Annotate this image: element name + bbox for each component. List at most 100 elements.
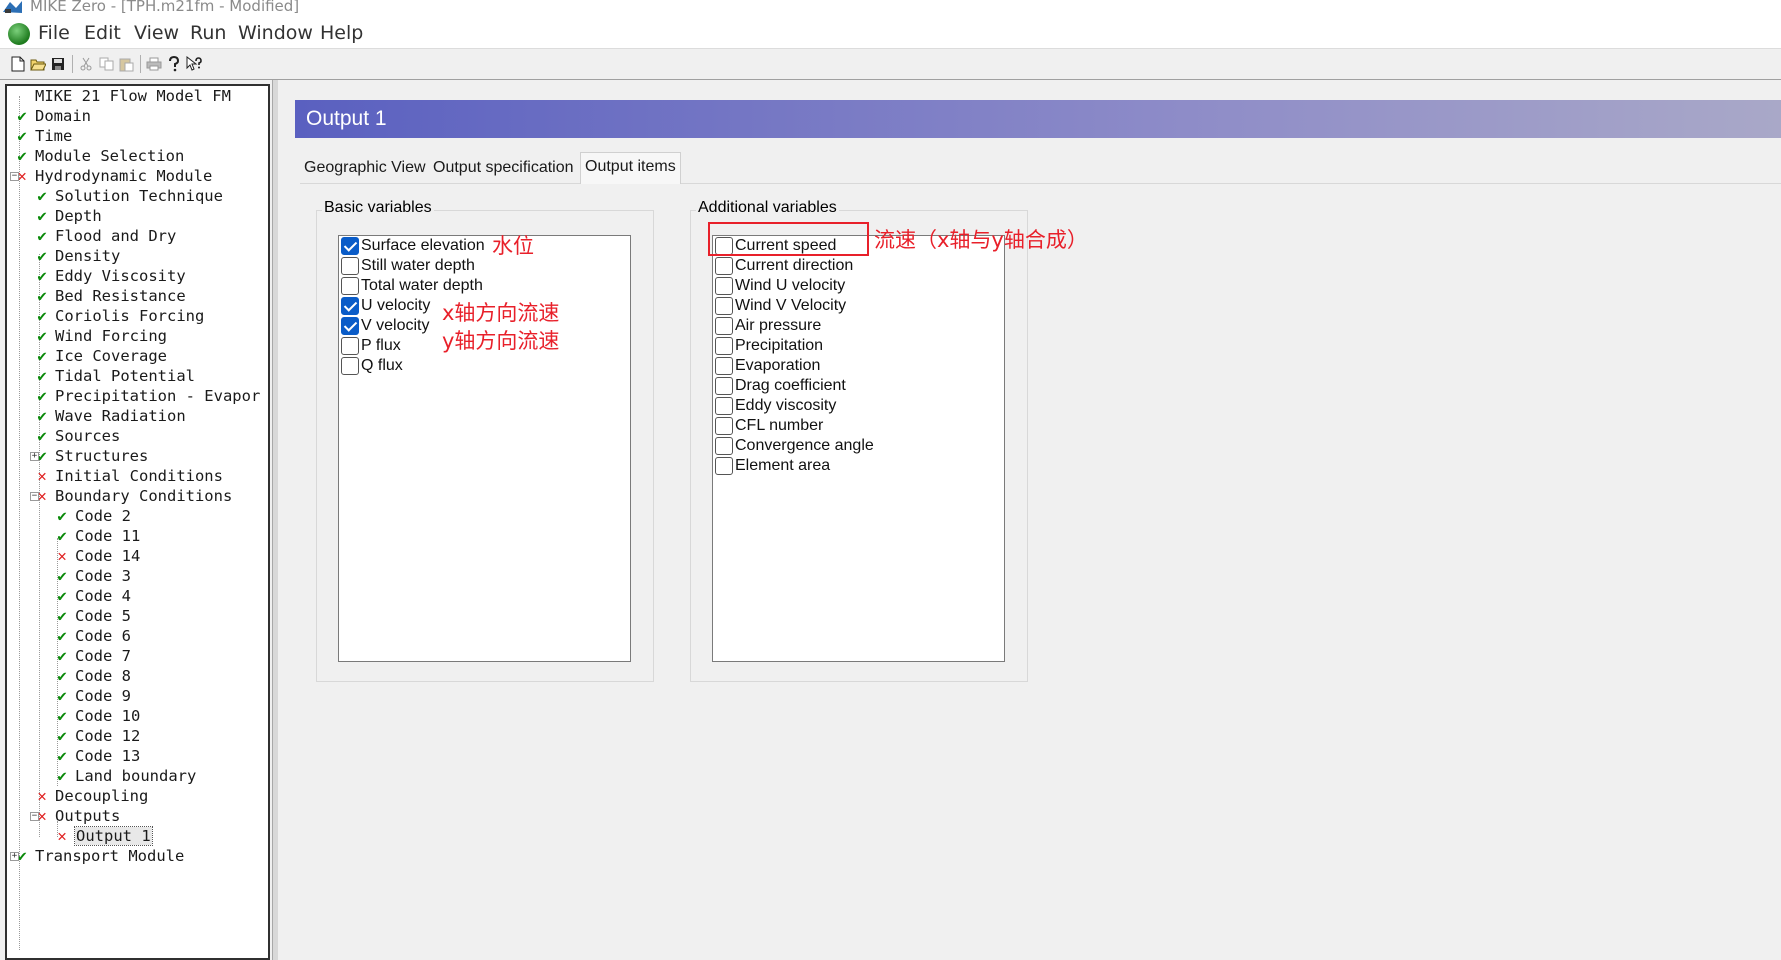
annotation-current-speed: 流速（x轴与y轴合成） bbox=[874, 228, 1088, 252]
tree-item-code-14[interactable]: ✕ Code 14 bbox=[55, 546, 140, 566]
tab-output-items[interactable]: Output items bbox=[580, 152, 681, 184]
tree-item-eddy-viscosity[interactable]: ✔ Eddy Viscosity bbox=[35, 266, 185, 286]
checkbox-box[interactable] bbox=[341, 337, 359, 355]
tree-item-transport-module[interactable]: ✔ Transport Module bbox=[15, 846, 184, 866]
expand-icon[interactable]: + bbox=[30, 452, 39, 461]
check-icon: ✔ bbox=[37, 227, 47, 245]
mike-logo-icon[interactable] bbox=[8, 23, 30, 45]
tree-item-output-1[interactable]: ✕ Output 1 bbox=[55, 826, 153, 846]
collapse-icon[interactable]: − bbox=[30, 492, 39, 501]
check-icon: ✔ bbox=[57, 727, 67, 745]
save-icon[interactable] bbox=[48, 54, 68, 74]
tree-item-code-12[interactable]: ✔ Code 12 bbox=[55, 726, 140, 746]
tree-item-ice-coverage[interactable]: ✔ Ice Coverage bbox=[35, 346, 167, 366]
tree-item-code-6[interactable]: ✔ Code 6 bbox=[55, 626, 131, 646]
checkbox-box[interactable] bbox=[715, 277, 733, 295]
checkbox-box[interactable] bbox=[341, 317, 359, 335]
cut-icon[interactable] bbox=[76, 54, 96, 74]
tree-item-root[interactable]: MIKE 21 Flow Model FM bbox=[15, 86, 231, 106]
tree-item-time[interactable]: ✔ Time bbox=[15, 126, 72, 146]
tree-item-structures[interactable]: ✔ Structures bbox=[35, 446, 148, 466]
check-icon: ✔ bbox=[57, 747, 67, 765]
checkbox-box[interactable] bbox=[715, 317, 733, 335]
copy-icon[interactable] bbox=[96, 54, 116, 74]
check-icon: ✔ bbox=[57, 567, 67, 585]
checkbox-box[interactable] bbox=[715, 457, 733, 475]
toolbar bbox=[0, 48, 1781, 80]
tree-item-precipitation-evaporation[interactable]: ✔ Precipitation - Evapor bbox=[35, 386, 260, 406]
tree-item-initial-conditions[interactable]: ✕ Initial Conditions bbox=[35, 466, 223, 486]
checkbox-box[interactable] bbox=[341, 357, 359, 375]
new-file-icon[interactable] bbox=[8, 54, 28, 74]
tree-item-code-3[interactable]: ✔ Code 3 bbox=[55, 566, 131, 586]
tree-item-solution-technique[interactable]: ✔ Solution Technique bbox=[35, 186, 223, 206]
tree-item-bed-resistance[interactable]: ✔ Bed Resistance bbox=[35, 286, 185, 306]
context-help-icon[interactable] bbox=[184, 54, 204, 74]
tree-item-sources[interactable]: ✔ Sources bbox=[35, 426, 120, 446]
tree-item-code-11[interactable]: ✔ Code 11 bbox=[55, 526, 140, 546]
tree-item-land-boundary[interactable]: ✔ Land boundary bbox=[55, 766, 196, 786]
checkbox-box[interactable] bbox=[715, 337, 733, 355]
tree-item-coriolis-forcing[interactable]: ✔ Coriolis Forcing bbox=[35, 306, 204, 326]
tree-item-domain[interactable]: ✔ Domain bbox=[15, 106, 91, 126]
checkbox-box[interactable] bbox=[715, 437, 733, 455]
collapse-icon[interactable]: − bbox=[30, 812, 39, 821]
tree-item-tidal-potential[interactable]: ✔ Tidal Potential bbox=[35, 366, 195, 386]
checkbox-box[interactable] bbox=[341, 257, 359, 275]
check-icon: ✔ bbox=[37, 327, 47, 345]
tree-item-code-8[interactable]: ✔ Code 8 bbox=[55, 666, 131, 686]
tree-item-code-7[interactable]: ✔ Code 7 bbox=[55, 646, 131, 666]
tree-item-depth[interactable]: ✔ Depth bbox=[35, 206, 101, 226]
error-x-icon: ✕ bbox=[57, 827, 67, 845]
checkbox-box[interactable] bbox=[715, 257, 733, 275]
toolbar-separator bbox=[140, 55, 141, 73]
tab-output-specification[interactable]: Output specification bbox=[429, 155, 578, 183]
tree-item-flood-and-dry[interactable]: ✔ Flood and Dry bbox=[35, 226, 176, 246]
tree-item-code-13[interactable]: ✔ Code 13 bbox=[55, 746, 140, 766]
checkbox-box[interactable] bbox=[341, 237, 359, 255]
open-folder-icon[interactable] bbox=[28, 54, 48, 74]
tree-item-code-10[interactable]: ✔ Code 10 bbox=[55, 706, 140, 726]
tree-item-outputs[interactable]: ✕ Outputs bbox=[35, 806, 120, 826]
tree-item-wind-forcing[interactable]: ✔ Wind Forcing bbox=[35, 326, 167, 346]
check-icon: ✔ bbox=[37, 307, 47, 325]
menu-file[interactable]: File bbox=[38, 22, 70, 44]
tree-item-code-5[interactable]: ✔ Code 5 bbox=[55, 606, 131, 626]
menu-bar: File Edit View Run Window Help bbox=[0, 18, 1781, 48]
tree-item-code-9[interactable]: ✔ Code 9 bbox=[55, 686, 131, 706]
checkbox-box[interactable] bbox=[715, 417, 733, 435]
help-icon[interactable] bbox=[164, 54, 184, 74]
tab-geographic-view[interactable]: Geographic View bbox=[300, 155, 430, 183]
checkbox-box[interactable] bbox=[715, 377, 733, 395]
collapse-icon[interactable]: − bbox=[10, 172, 19, 181]
checkbox-box[interactable] bbox=[341, 297, 359, 315]
basic-variables-title: Basic variables bbox=[322, 199, 434, 217]
tree-item-boundary-conditions[interactable]: ✕ Boundary Conditions bbox=[35, 486, 232, 506]
checkbox-box[interactable] bbox=[715, 297, 733, 315]
tree-item-module-selection[interactable]: ✔ Module Selection bbox=[15, 146, 184, 166]
check-icon: ✔ bbox=[57, 527, 67, 545]
check-icon: ✔ bbox=[57, 627, 67, 645]
print-icon[interactable] bbox=[144, 54, 164, 74]
paste-icon[interactable] bbox=[116, 54, 136, 74]
menu-run[interactable]: Run bbox=[190, 22, 226, 44]
checkbox-box[interactable] bbox=[341, 277, 359, 295]
check-icon: ✔ bbox=[57, 707, 67, 725]
tree-item-density[interactable]: ✔ Density bbox=[35, 246, 120, 266]
expand-icon[interactable]: + bbox=[10, 852, 19, 861]
tree-item-decoupling[interactable]: ✕ Decoupling bbox=[35, 786, 148, 806]
check-icon: ✔ bbox=[37, 287, 47, 305]
menu-edit[interactable]: Edit bbox=[84, 22, 121, 44]
menu-window[interactable]: Window bbox=[238, 22, 313, 44]
tree-item-code-4[interactable]: ✔ Code 4 bbox=[55, 586, 131, 606]
check-icon: ✔ bbox=[17, 127, 27, 145]
check-icon: ✔ bbox=[37, 187, 47, 205]
tree-item-hydrodynamic-module[interactable]: ✕ Hydrodynamic Module bbox=[15, 166, 212, 186]
checkbox-box[interactable] bbox=[715, 357, 733, 375]
navigation-tree: MIKE 21 Flow Model FM ✔ Domain ✔ Time ✔ Mod… bbox=[5, 84, 270, 960]
menu-help[interactable]: Help bbox=[320, 22, 363, 44]
tree-item-wave-radiation[interactable]: ✔ Wave Radiation bbox=[35, 406, 185, 426]
menu-view[interactable]: View bbox=[134, 22, 179, 44]
checkbox-box[interactable] bbox=[715, 397, 733, 415]
tree-item-code-2[interactable]: ✔ Code 2 bbox=[55, 506, 131, 526]
